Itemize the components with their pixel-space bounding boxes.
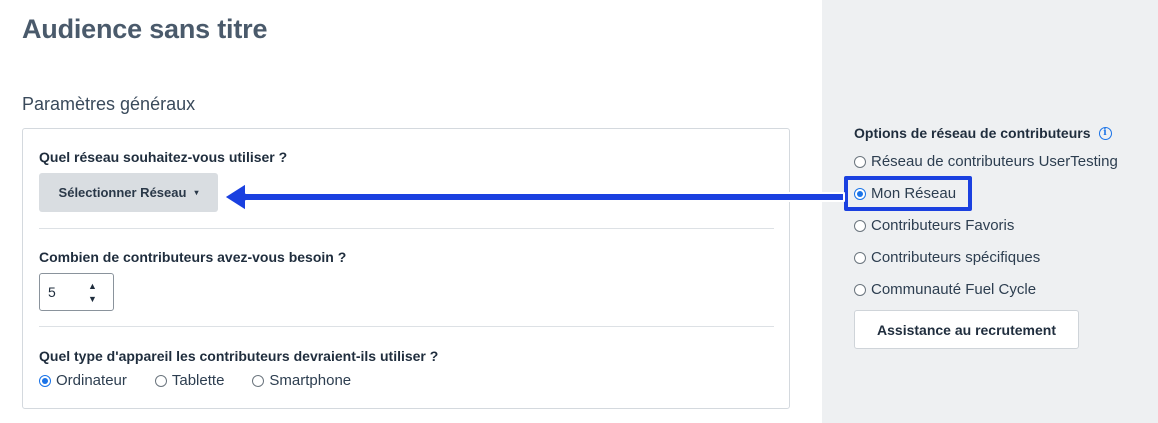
- section-title: Paramètres généraux: [22, 94, 196, 114]
- info-icon[interactable]: i: [1098, 126, 1112, 140]
- radio-unchecked-icon[interactable]: [854, 283, 866, 296]
- network-option-usertesting[interactable]: Réseau de contributeurs UserTesting: [854, 153, 1118, 170]
- radio-unchecked-icon[interactable]: [154, 374, 167, 387]
- contributors-count-stepper[interactable]: 5 ▲ ▼: [39, 273, 114, 311]
- divider: [39, 326, 774, 327]
- device-option-label: Tablette: [171, 372, 225, 389]
- device-option-label: Smartphone: [269, 372, 352, 389]
- contributors-count-value[interactable]: 5: [48, 284, 56, 300]
- network-option-label: Contributeurs spécifiques: [871, 249, 1041, 266]
- recruitment-assist-button[interactable]: Assistance au recrutement: [854, 310, 1079, 349]
- device-option-smartphone[interactable]: Smartphone: [252, 372, 351, 389]
- radio-unchecked-icon[interactable]: [854, 219, 866, 232]
- stepper-down-icon[interactable]: ▼: [88, 295, 97, 304]
- network-option-label: Communauté Fuel Cycle: [871, 281, 1037, 298]
- stepper-up-icon[interactable]: ▲: [88, 282, 97, 291]
- radio-unchecked-icon[interactable]: [854, 251, 866, 264]
- radio-unchecked-icon[interactable]: [854, 155, 866, 168]
- page-title: Audience sans titre: [22, 14, 268, 44]
- select-network-label: Sélectionner Réseau: [58, 185, 187, 200]
- annotation-highlight-box: [844, 176, 972, 211]
- network-options-sidebar: Options de réseau de contributeurs i Rés…: [822, 0, 1158, 423]
- device-question-label: Quel type d'appareil les contributeurs d…: [39, 348, 439, 364]
- device-option-label: Ordinateur: [56, 372, 127, 389]
- caret-down-icon: ▾: [194, 188, 199, 197]
- network-option-label: Contributeurs Favoris: [871, 217, 1015, 234]
- device-option-tablette[interactable]: Tablette: [154, 372, 225, 389]
- network-options-title: Options de réseau de contributeurs i: [854, 125, 1112, 141]
- divider: [39, 228, 774, 229]
- select-network-button[interactable]: Sélectionner Réseau ▾: [39, 173, 218, 212]
- contributors-question-label: Combien de contributeurs avez-vous besoi…: [39, 249, 347, 265]
- general-settings-card: Quel réseau souhaitez-vous utiliser ? Sé…: [22, 128, 790, 409]
- radio-unchecked-icon[interactable]: [252, 374, 265, 387]
- device-radio-group: Ordinateur Tablette Smartphone: [39, 372, 379, 389]
- radio-checked-icon[interactable]: [39, 374, 51, 387]
- network-options-title-text: Options de réseau de contributeurs: [854, 125, 1091, 141]
- device-option-ordinateur[interactable]: Ordinateur: [39, 372, 127, 389]
- network-question-label: Quel réseau souhaitez-vous utiliser ?: [39, 149, 288, 165]
- network-option-fuel-cycle[interactable]: Communauté Fuel Cycle: [854, 281, 1036, 298]
- network-option-label: Réseau de contributeurs UserTesting: [871, 153, 1118, 170]
- network-option-favoris[interactable]: Contributeurs Favoris: [854, 217, 1014, 234]
- network-option-specifiques[interactable]: Contributeurs spécifiques: [854, 249, 1040, 266]
- annotation-arrow-icon: [224, 182, 845, 212]
